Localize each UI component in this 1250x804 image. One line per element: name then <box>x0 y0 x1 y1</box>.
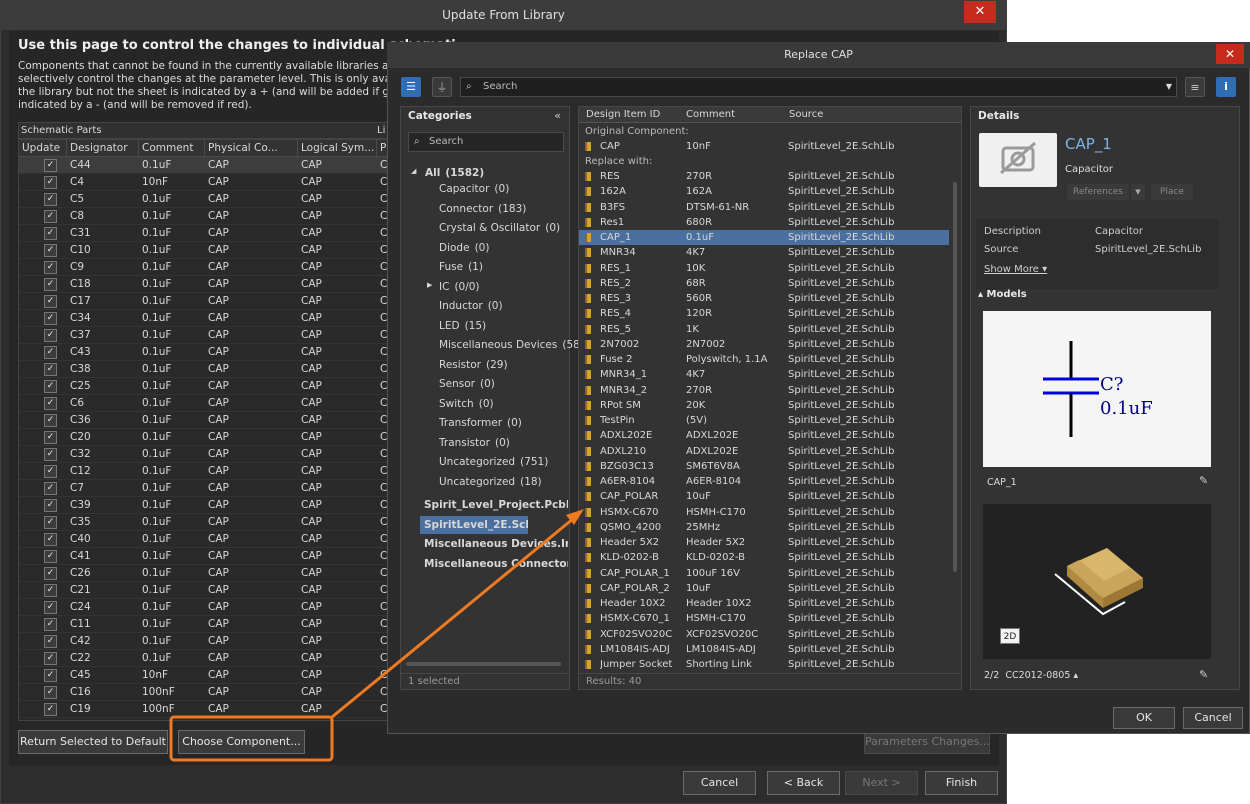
annotation-overlay <box>169 509 584 762</box>
